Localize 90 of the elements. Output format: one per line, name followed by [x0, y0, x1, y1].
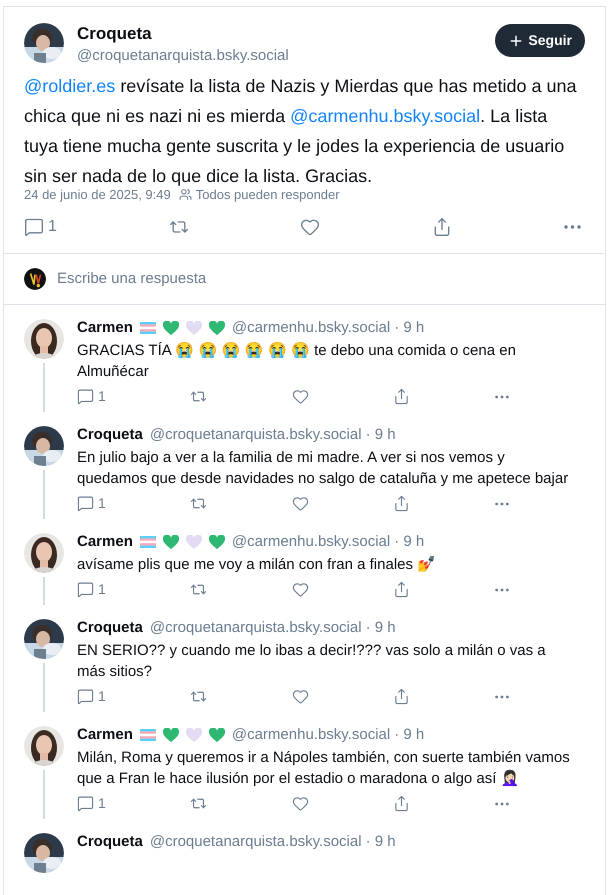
more-icon: [494, 694, 509, 698]
like-button[interactable]: [300, 216, 320, 236]
author-name[interactable]: Croqueta: [77, 425, 143, 445]
author-handle[interactable]: @croquetanarquista.bsky.social: [77, 46, 482, 66]
author-name[interactable]: Carmen: [77, 532, 133, 552]
author-name[interactable]: Croqueta: [77, 618, 143, 638]
more-button[interactable]: [494, 588, 509, 592]
like-button[interactable]: [292, 688, 309, 705]
reply-text: En julio bajo a ver a la familia de mi madre. A ver si nos vemos y quedamos que desde navidades no salgo de cataluña y me apetece bajar: [77, 448, 570, 489]
share-button[interactable]: [393, 495, 410, 512]
heart-icon: [292, 495, 309, 512]
more-icon: [564, 224, 581, 228]
author-handle[interactable]: @carmenhu.bsky.social: [232, 532, 390, 552]
timestamp: · 9 h: [394, 725, 424, 745]
flag-icon: [140, 536, 156, 548]
reply-field[interactable]: Escribe una respuesta: [57, 268, 585, 290]
like-button[interactable]: [292, 495, 309, 512]
share-button[interactable]: [393, 581, 410, 598]
thread-line: [43, 363, 45, 412]
post-text: @roldier.es revísate la lista de Nazis y Mierdas que has metido a una chica que ni es nazi ni es mierda @carmenhu.bsky.social. La lista tuya tiene mucha gente suscrita y le jodes la experiencia de usuario sin ser nada de lo que dice la lista. Gracias.: [24, 75, 578, 188]
reply-icon: [77, 495, 94, 512]
mention-link[interactable]: @carmenhu.bsky.social: [290, 106, 480, 126]
more-icon: [494, 394, 509, 398]
timestamp: · 9 h: [366, 832, 396, 852]
reply-button[interactable]: 1: [77, 579, 106, 600]
timestamp: · 9 h: [366, 618, 396, 638]
flag-icon: [140, 322, 156, 334]
share-button[interactable]: [393, 795, 410, 812]
share-icon: [393, 495, 410, 512]
plus-icon: [508, 32, 524, 48]
timestamp: · 9 h: [394, 318, 424, 338]
share-button[interactable]: [393, 388, 410, 405]
author-handle[interactable]: @croquetanarquista.bsky.social: [150, 618, 362, 638]
thread-line: [43, 770, 45, 819]
thread-line: [43, 470, 45, 519]
like-button[interactable]: [292, 795, 309, 812]
mention-link[interactable]: @roldier.es: [24, 76, 116, 96]
reply-icon: [77, 581, 94, 598]
heart-icon: [292, 388, 309, 405]
author-name[interactable]: Carmen: [77, 318, 133, 338]
timestamp: · 9 h: [394, 532, 424, 552]
author-handle[interactable]: @croquetanarquista.bsky.social: [150, 425, 362, 445]
follow-button[interactable]: Seguir: [495, 24, 585, 57]
author-name[interactable]: Carmen: [77, 725, 133, 745]
heart-icon: [292, 581, 309, 598]
author-name[interactable]: Croqueta: [77, 832, 143, 852]
reply-button[interactable]: 1: [77, 686, 106, 707]
heart-icon: [292, 688, 309, 705]
reply-icon: [77, 388, 94, 405]
share-icon: [393, 388, 410, 405]
author-handle[interactable]: @carmenhu.bsky.social: [232, 318, 390, 338]
author-handle[interactable]: @croquetanarquista.bsky.social: [150, 832, 362, 852]
more-button[interactable]: [494, 694, 509, 698]
share-button[interactable]: [393, 688, 410, 705]
timestamp: · 9 h: [366, 425, 396, 445]
share-icon: [393, 581, 410, 598]
reply-button[interactable]: 1: [77, 386, 106, 407]
reply-button[interactable]: 1: [77, 493, 106, 514]
reply-text: Milán, Roma y queremos ir a Nápoles también, con suerte también vamos que a Fran le hace ilusión por el estadio o maradona o algo así 🤦🏻‍♀: [77, 748, 571, 789]
heart-icon: [300, 216, 320, 236]
heart-icon: [292, 795, 309, 812]
more-icon: [494, 502, 509, 506]
reply-icon: [77, 795, 94, 812]
thread-line: [43, 577, 45, 605]
more-icon: [494, 802, 509, 806]
reply-icon: [77, 688, 94, 705]
author-name[interactable]: Croqueta: [77, 24, 482, 44]
reply-text: avísame plis que me voy a milán con fran a finales 💅: [77, 555, 438, 575]
reply-setting: Todos pueden responder: [196, 186, 340, 204]
more-button[interactable]: [494, 502, 509, 506]
share-icon: [393, 795, 410, 812]
share-icon: [432, 216, 452, 236]
thread-line: [43, 663, 45, 712]
reply-button[interactable]: 1: [77, 793, 106, 814]
timestamp: 24 de junio de 2025, 9:49: [24, 186, 171, 204]
people-icon: [178, 188, 192, 202]
share-icon: [393, 688, 410, 705]
flag-icon: [140, 729, 156, 741]
more-button[interactable]: [494, 802, 509, 806]
reply-text: EN SERIO?? y cuando me lo ibas a decir!??? vas solo a milán o vas a más sitios?: [77, 641, 547, 682]
reply-text: GRACIAS TÍA 😭 😭 😭 😭 😭 😭 te debo una comida o cena en Almuñécar: [77, 341, 517, 382]
more-icon: [494, 588, 509, 592]
like-button[interactable]: [292, 388, 309, 405]
reply-button[interactable]: 1: [24, 214, 57, 238]
like-button[interactable]: [292, 581, 309, 598]
more-button[interactable]: [564, 224, 581, 228]
reply-icon: [24, 216, 44, 236]
author-handle[interactable]: @carmenhu.bsky.social: [232, 725, 390, 745]
share-button[interactable]: [432, 216, 452, 236]
more-button[interactable]: [494, 394, 509, 398]
